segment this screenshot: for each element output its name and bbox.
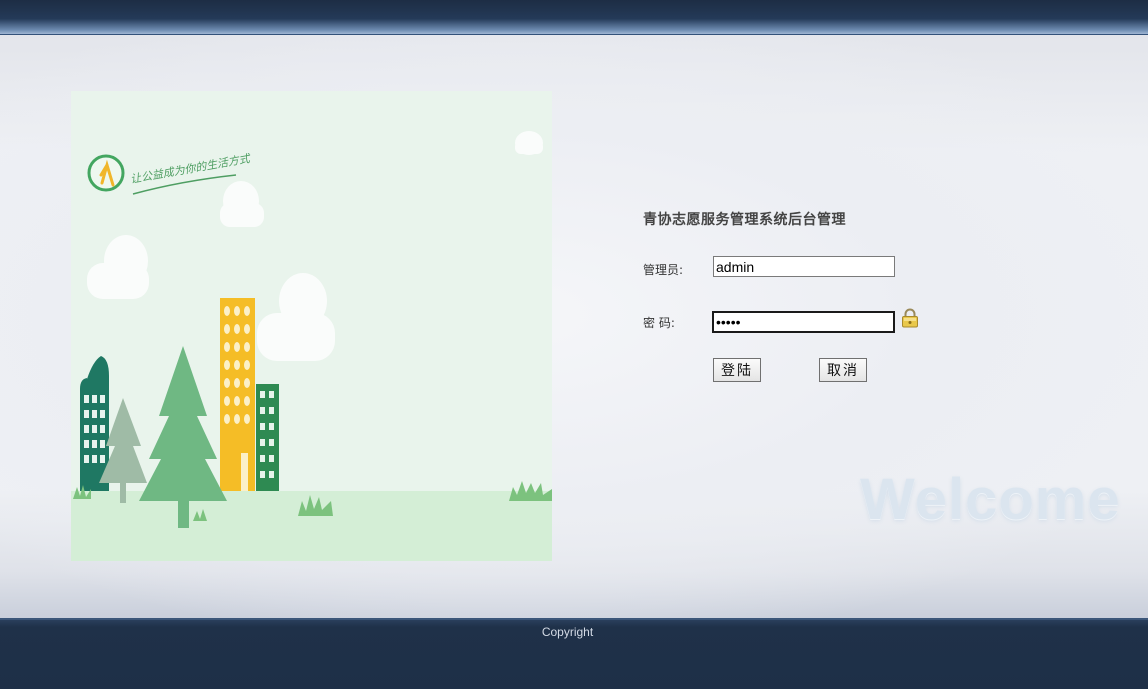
username-label: 管理员: xyxy=(643,263,684,277)
login-title: 青协志愿服务管理系统后台管理 xyxy=(643,212,846,228)
top-bar xyxy=(0,0,1148,35)
volunteer-illustration: 让公益成为你的生活方式 xyxy=(71,91,552,561)
copyright-text: Copyright xyxy=(541,625,594,639)
login-button[interactable]: 登陆 xyxy=(713,358,761,382)
login-panel: 青协志愿服务管理系统后台管理 管理员: 密 码: 登陆 取消 xyxy=(643,205,963,405)
cancel-button[interactable]: 取消 xyxy=(819,358,867,382)
password-label: 密 码: xyxy=(643,316,675,330)
username-input[interactable] xyxy=(713,256,895,277)
lock-icon xyxy=(902,308,918,328)
city-scene-illustration: 让公益成为你的生活方式 xyxy=(71,91,552,561)
footer: Copyright xyxy=(0,618,1148,689)
logo-icon xyxy=(87,154,125,192)
password-input[interactable] xyxy=(712,311,895,333)
welcome-watermark: Welcome xyxy=(860,467,1121,532)
